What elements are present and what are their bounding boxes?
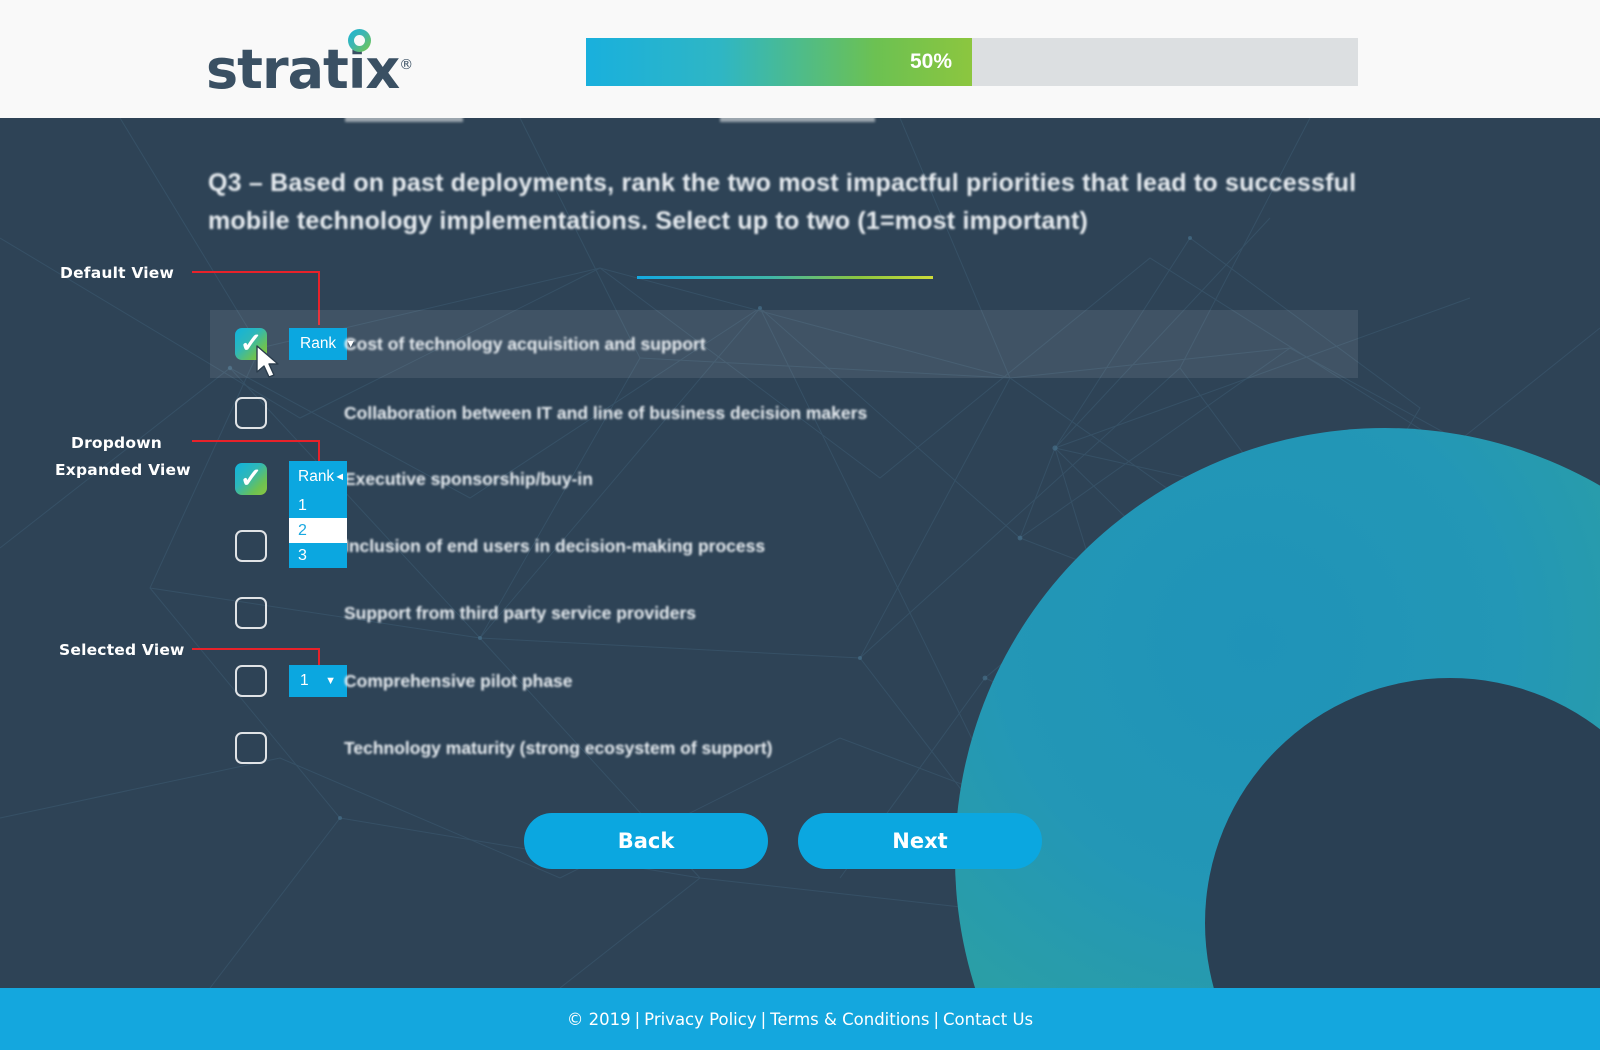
footer-terms-link[interactable]: Terms & Conditions bbox=[770, 1010, 929, 1029]
footer-separator-3: | bbox=[933, 1009, 940, 1029]
chevron-down-icon: ▼ bbox=[325, 675, 336, 687]
rank-dropdown-selected-value-6: 1 bbox=[300, 672, 309, 689]
option-row-4[interactable]: Inclusion of end users in decision-makin… bbox=[210, 512, 1358, 580]
option-checkbox-4[interactable] bbox=[235, 530, 267, 562]
option-label-2: Collaboration between IT and line of bus… bbox=[344, 402, 868, 423]
stratix-logo: stratix® bbox=[206, 38, 413, 97]
progress-bar-track: 50% bbox=[586, 38, 1358, 86]
footer-separator-2: | bbox=[760, 1009, 767, 1029]
progress-bar-fill: 50% bbox=[586, 38, 972, 86]
logo-text: stratix bbox=[206, 38, 400, 101]
footer-separator-1: | bbox=[634, 1009, 641, 1029]
annotation-dropdown-expanded-label-line1: Dropdown bbox=[71, 434, 162, 452]
rank-option-2[interactable]: 2 bbox=[289, 518, 347, 543]
mouse-cursor-icon bbox=[256, 345, 279, 378]
page-footer: © 2019 | Privacy Policy | Terms & Conditions… bbox=[0, 988, 1600, 1050]
annotation-selected-view-label: Selected View bbox=[59, 641, 185, 659]
rank-dropdown-expanded-header[interactable]: Rank ◄ bbox=[289, 461, 347, 493]
option-checkbox-7[interactable] bbox=[235, 732, 267, 764]
option-label-7: Technology maturity (strong ecosystem of… bbox=[344, 737, 773, 758]
rank-option-3[interactable]: 3 bbox=[289, 543, 347, 568]
option-row-6[interactable]: 1 ▼ Comprehensive pilot phase bbox=[210, 647, 1358, 715]
survey-content: Q3 – Based on past deployments, rank the… bbox=[0, 118, 1600, 988]
option-label-4: Inclusion of end users in decision-makin… bbox=[344, 535, 766, 556]
option-label-5: Support from third party service provide… bbox=[344, 602, 697, 623]
option-label-1: Cost of technology acquisition and suppo… bbox=[344, 333, 706, 354]
option-row-5[interactable]: Support from third party service provide… bbox=[210, 579, 1358, 647]
footer-contact-link[interactable]: Contact Us bbox=[943, 1010, 1033, 1029]
option-row-1[interactable]: Rank ▼ Cost of technology acquisition an… bbox=[210, 310, 1358, 378]
footer-privacy-policy-link[interactable]: Privacy Policy bbox=[644, 1010, 756, 1029]
rank-dropdown-button-6[interactable]: 1 ▼ bbox=[289, 665, 347, 697]
rank-dropdown-button-1[interactable]: Rank ▼ bbox=[289, 328, 356, 360]
question-text: Q3 – Based on past deployments, rank the… bbox=[208, 169, 1357, 235]
gradient-divider bbox=[637, 276, 933, 279]
annotation-default-view-line-h bbox=[192, 271, 320, 273]
option-label-3: Executive sponsorship/buy-in bbox=[344, 468, 593, 489]
rank-dropdown-label-1: Rank bbox=[300, 335, 337, 352]
rank-option-1[interactable]: 1 bbox=[289, 493, 347, 518]
next-button[interactable]: Next bbox=[798, 813, 1042, 869]
option-checkbox-2[interactable] bbox=[235, 397, 267, 429]
option-row-2[interactable]: Collaboration between IT and line of bus… bbox=[210, 379, 1358, 447]
annotation-dropdown-expanded-label-line2: Expanded View bbox=[55, 461, 191, 479]
back-button[interactable]: Back bbox=[524, 813, 768, 869]
logo-dot-hole bbox=[354, 35, 365, 46]
option-checkbox-5[interactable] bbox=[235, 597, 267, 629]
option-row-7[interactable]: Technology maturity (strong ecosystem of… bbox=[210, 714, 1358, 782]
option-label-6: Comprehensive pilot phase bbox=[344, 670, 573, 691]
option-checkbox-6[interactable] bbox=[235, 665, 267, 697]
survey-page: stratix® 50% Q3 – Based on past deployme… bbox=[0, 0, 1600, 1050]
rank-dropdown-expanded[interactable]: Rank ◄ 1 2 3 bbox=[289, 461, 347, 568]
annotation-default-view-label: Default View bbox=[60, 264, 175, 282]
footer-copyright: © 2019 bbox=[566, 1009, 631, 1029]
option-checkbox-3[interactable] bbox=[235, 460, 267, 496]
option-row-3[interactable]: Executive sponsorship/buy-in bbox=[210, 445, 1358, 513]
progress-percent-label: 50% bbox=[909, 50, 952, 73]
rank-dropdown-expanded-label: Rank bbox=[298, 468, 335, 485]
chevron-left-icon: ◄ bbox=[334, 471, 346, 483]
page-header: stratix® 50% bbox=[0, 0, 1600, 118]
logo-registered-mark: ® bbox=[399, 57, 413, 73]
footer-links: © 2019 | Privacy Policy | Terms & Conditions… bbox=[567, 1010, 1033, 1029]
